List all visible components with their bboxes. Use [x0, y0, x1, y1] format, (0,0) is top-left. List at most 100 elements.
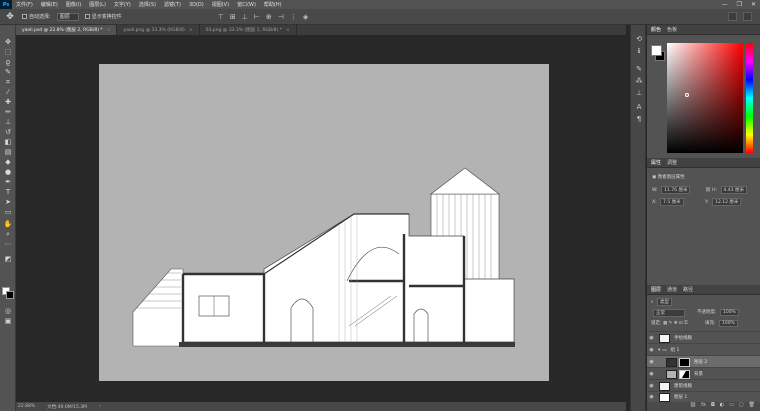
layer-mask-thumbnail[interactable]	[679, 369, 690, 379]
trash-icon[interactable]: 🗑	[749, 402, 755, 411]
eyedropper-tool-icon[interactable]: ⁄	[3, 88, 13, 97]
align-bottom-icon[interactable]: ⊥	[242, 13, 248, 21]
clone-stamp-icon[interactable]: ⊥	[3, 118, 13, 127]
restore-button[interactable]: ❐	[737, 1, 742, 8]
align-center-icon[interactable]: ⊕	[266, 13, 272, 21]
eye-icon[interactable]: ◉	[647, 383, 656, 389]
menu-help[interactable]: 帮助(H)	[260, 1, 286, 8]
chevron-down-icon[interactable]: ▾	[658, 348, 660, 353]
quick-mask-icon[interactable]: ◎	[3, 307, 13, 316]
background-color-swatch[interactable]	[6, 291, 14, 299]
canvas-area[interactable]	[16, 35, 626, 402]
tab-paths[interactable]: 路径	[683, 286, 693, 293]
dodge-tool-icon[interactable]: ●	[3, 168, 13, 177]
link-layers-icon[interactable]: ⛓	[690, 402, 696, 411]
close-icon[interactable]: ×	[189, 28, 193, 33]
close-icon[interactable]: ×	[107, 28, 111, 33]
move-tool-icon[interactable]: ✥	[4, 11, 16, 23]
show-transform-checkbox[interactable]: 显示变换控件	[84, 13, 122, 20]
lasso-tool-icon[interactable]: ϱ	[3, 58, 13, 67]
eraser-tool-icon[interactable]: ◧	[3, 138, 13, 147]
layer-mask-thumbnail[interactable]	[679, 357, 690, 367]
tab-yaoli-psd[interactable]: yaoli.psd @ 22.8% (图层 2, RGB/8) * ×	[16, 25, 118, 35]
add-mask-icon[interactable]: ◘	[711, 402, 715, 411]
align-middle-icon[interactable]: ⊞	[230, 13, 236, 21]
more-tools-icon[interactable]: ⋯	[3, 240, 13, 249]
brush-presets-icon[interactable]: ⁂	[635, 77, 643, 85]
menu-image[interactable]: 图像(I)	[62, 1, 85, 8]
y-field[interactable]: 12.12 厘米	[712, 198, 742, 206]
height-field[interactable]: 4.43 厘米	[720, 186, 747, 194]
tab-adjustments[interactable]: 调整	[667, 159, 677, 166]
search-icon[interactable]	[728, 12, 737, 21]
color-picker-marker[interactable]	[685, 93, 689, 97]
document-canvas[interactable]	[99, 64, 549, 381]
layer-style-icon[interactable]: fx	[701, 402, 706, 411]
eye-icon[interactable]: ◉	[647, 347, 656, 353]
default-colors-icon[interactable]: ◩	[3, 255, 13, 264]
lock-icon[interactable]: ▦ ✎ ✥ ⊡ ⚿	[663, 321, 688, 326]
layer-filter-dropdown[interactable]: 类型	[656, 298, 672, 306]
distribute-icon[interactable]: ⋮	[290, 13, 297, 21]
zoom-tool-icon[interactable]: ⌕	[3, 230, 13, 239]
clone-source-icon[interactable]: ⊥	[635, 89, 643, 97]
align-left-icon[interactable]: ⊢	[254, 13, 260, 21]
eye-icon[interactable]: ◉	[647, 359, 656, 365]
close-icon[interactable]: ×	[286, 28, 290, 33]
menu-filter[interactable]: 滤镜(T)	[160, 1, 185, 8]
type-tool-icon[interactable]: T	[3, 188, 13, 197]
menu-file[interactable]: 文件(F)	[12, 1, 37, 8]
tab-color[interactable]: 颜色	[651, 26, 661, 33]
eye-icon[interactable]: ◉	[647, 394, 656, 400]
chevron-right-icon[interactable]: ›	[99, 404, 101, 409]
x-field[interactable]: 7.5 厘米	[660, 198, 684, 206]
auto-select-checkbox[interactable]: 自动选择:	[22, 13, 51, 20]
brush-settings-icon[interactable]: ✎	[635, 65, 643, 73]
workspace-icon[interactable]	[743, 12, 752, 21]
blend-mode-dropdown[interactable]: 正常	[653, 309, 685, 317]
path-select-icon[interactable]: ➤	[3, 198, 13, 207]
width-field[interactable]: 11.76 厘米	[661, 186, 691, 194]
tab-yaoli-png[interactable]: yaoli.png @ 33.3% (RGB/8) ×	[117, 25, 200, 35]
menu-type[interactable]: 文字(Y)	[110, 1, 135, 8]
gradient-tool-icon[interactable]: ▤	[3, 148, 13, 157]
menu-layer[interactable]: 图层(L)	[85, 1, 110, 8]
close-button[interactable]: ✕	[751, 1, 756, 8]
color-field[interactable]	[667, 43, 743, 153]
menu-window[interactable]: 窗口(W)	[233, 1, 260, 8]
history-icon[interactable]: ⟲	[635, 35, 643, 43]
crop-tool-icon[interactable]: ⌗	[3, 78, 13, 87]
eye-icon[interactable]: ◉	[647, 371, 656, 377]
blur-tool-icon[interactable]: ◆	[3, 158, 13, 167]
checkbox-box[interactable]	[22, 14, 27, 19]
quick-select-tool-icon[interactable]: ✎	[3, 68, 13, 77]
paragraph-icon[interactable]: ¶	[635, 115, 643, 123]
tab-layers[interactable]: 图层	[651, 286, 661, 293]
history-brush-icon[interactable]: ↺	[3, 128, 13, 137]
auto-select-dropdown[interactable]: 图层	[56, 12, 79, 21]
minimize-button[interactable]: —	[722, 1, 728, 8]
marquee-tool-icon[interactable]: ⬚	[3, 48, 13, 57]
tab-channels[interactable]: 通道	[667, 286, 677, 293]
tab-03-png[interactable]: 03.png @ 33.3% (图层 1, RGB/8) * ×	[200, 25, 297, 35]
menu-select[interactable]: 选择(S)	[135, 1, 160, 8]
eye-icon[interactable]: ◉	[647, 335, 656, 341]
tab-swatches[interactable]: 色板	[667, 26, 677, 33]
panel-foreground-swatch[interactable]	[651, 45, 662, 56]
healing-brush-icon[interactable]: ✚	[3, 98, 13, 107]
adjustment-layer-icon[interactable]: ◐	[720, 402, 724, 411]
checkbox-box[interactable]	[84, 14, 90, 19]
menu-view[interactable]: 视图(V)	[208, 1, 233, 8]
shape-tool-icon[interactable]: ▭	[3, 208, 13, 217]
menu-edit[interactable]: 编辑(E)	[37, 1, 62, 8]
3d-mode-icon[interactable]: ◈	[303, 13, 308, 21]
pen-tool-icon[interactable]: ✒	[3, 178, 13, 187]
new-layer-icon[interactable]: ▢	[739, 402, 744, 411]
align-top-icon[interactable]: ⊤	[218, 13, 224, 21]
screen-mode-icon[interactable]: ▣	[3, 317, 13, 326]
character-icon[interactable]: A	[635, 103, 643, 111]
tab-properties[interactable]: 属性	[651, 159, 661, 166]
align-right-icon[interactable]: ⊣	[278, 13, 284, 21]
move-tool-icon[interactable]: ✥	[3, 38, 13, 47]
zoom-level[interactable]: 22.88%	[18, 404, 35, 409]
